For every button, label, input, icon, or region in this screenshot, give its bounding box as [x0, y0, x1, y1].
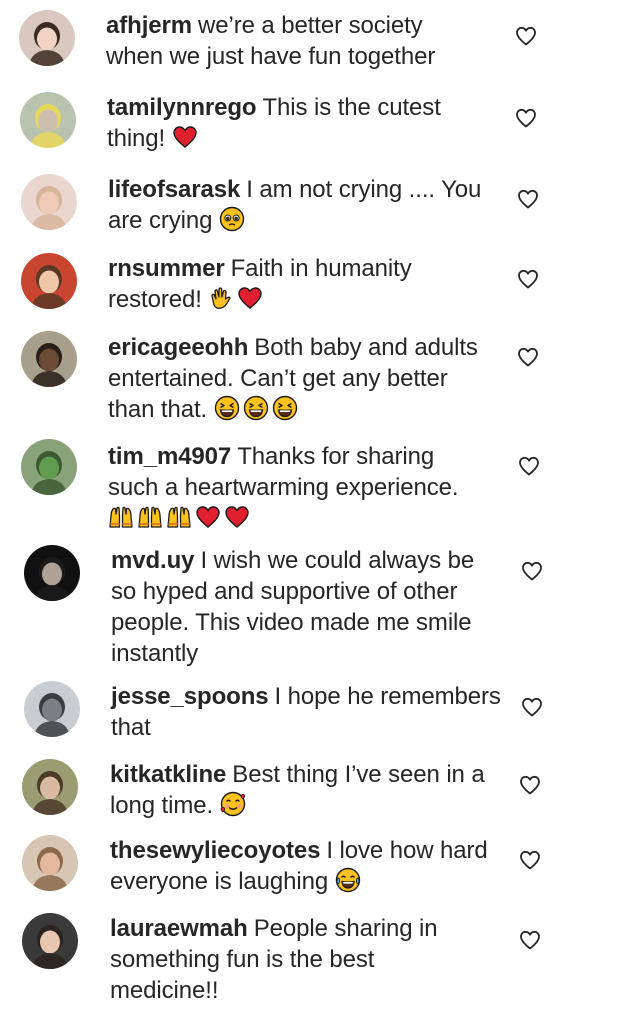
comment-emojis [108, 505, 253, 532]
comment-text: tim_m4907 Thanks for sharing such a heart… [108, 441, 483, 534]
comment-username[interactable]: tim_m4907 [108, 443, 231, 470]
comment-username[interactable]: thesewyliecoyotes [110, 837, 321, 864]
like-heart-icon[interactable] [518, 848, 542, 872]
avatar[interactable] [24, 681, 80, 737]
red-heart-icon [224, 504, 250, 530]
comment-emojis [220, 791, 249, 819]
red-heart-icon [237, 285, 263, 311]
comment-username[interactable]: lifeofsarask [108, 176, 240, 203]
like-heart-icon[interactable] [516, 267, 540, 291]
clapping-hands-icon [208, 285, 234, 311]
comment-emojis [214, 395, 301, 423]
like-heart-icon[interactable] [516, 345, 540, 369]
comment-text: lauraewmah People sharing in something fu… [110, 913, 455, 1006]
comment-text: rnsummer Faith in humanity restored! [108, 253, 438, 315]
avatar[interactable] [20, 92, 76, 148]
comment-emojis [208, 286, 266, 313]
red-heart-icon [172, 124, 198, 150]
avatar[interactable] [24, 545, 80, 601]
comment-username[interactable]: mvd.uy [111, 547, 195, 574]
comment-text: kitkatkline Best thing I’ve seen in a lon… [110, 759, 500, 821]
comment-text: tamilynnrego This is the cutest thing! [107, 92, 487, 154]
laughing-face-icon [243, 395, 269, 421]
tears-of-joy-face-icon [335, 867, 361, 893]
comment-username[interactable]: rnsummer [108, 255, 225, 282]
avatar[interactable] [22, 759, 78, 815]
red-heart-icon [195, 504, 221, 530]
like-heart-icon[interactable] [520, 559, 544, 583]
like-heart-icon[interactable] [516, 187, 540, 211]
like-heart-icon[interactable] [514, 24, 538, 48]
raising-hands-icon [108, 504, 134, 530]
comment-emojis [219, 206, 248, 234]
avatar[interactable] [21, 253, 77, 309]
comment-emojis [172, 125, 201, 152]
comment-text: mvd.uy I wish we could always be so hyped… [111, 545, 491, 669]
comment-text: afhjerm we’re a better society when we ju… [106, 10, 476, 72]
avatar[interactable] [22, 835, 78, 891]
avatar[interactable] [21, 331, 77, 387]
smiling-hearts-face-icon [220, 791, 246, 817]
comment-username[interactable]: ericageeohh [108, 334, 248, 361]
laughing-face-icon [214, 395, 240, 421]
comment-emojis [335, 867, 364, 895]
like-heart-icon[interactable] [518, 928, 542, 952]
comment-username[interactable]: jesse_spoons [111, 683, 269, 710]
avatar[interactable] [19, 10, 75, 66]
raising-hands-icon [166, 504, 192, 530]
comment-username[interactable]: kitkatkline [110, 761, 226, 788]
like-heart-icon[interactable] [520, 695, 544, 719]
raising-hands-icon [137, 504, 163, 530]
avatar[interactable] [22, 913, 78, 969]
avatar[interactable] [21, 174, 77, 230]
comment-text: jesse_spoons I hope he remembers that [111, 681, 506, 743]
like-heart-icon[interactable] [514, 106, 538, 130]
like-heart-icon[interactable] [517, 454, 541, 478]
comment-username[interactable]: afhjerm [106, 12, 192, 39]
comment-text: lifeofsarask I am not crying .... You are… [108, 174, 488, 236]
comment-text: ericageeohh Both baby and adults entertai… [108, 332, 493, 425]
avatar[interactable] [21, 439, 77, 495]
comment-username[interactable]: lauraewmah [110, 915, 248, 942]
pleading-face-icon [219, 206, 245, 232]
comment-text: thesewyliecoyotes I love how hard everyon… [110, 835, 500, 897]
like-heart-icon[interactable] [518, 773, 542, 797]
comment-username[interactable]: tamilynnrego [107, 94, 257, 121]
laughing-face-icon [272, 395, 298, 421]
